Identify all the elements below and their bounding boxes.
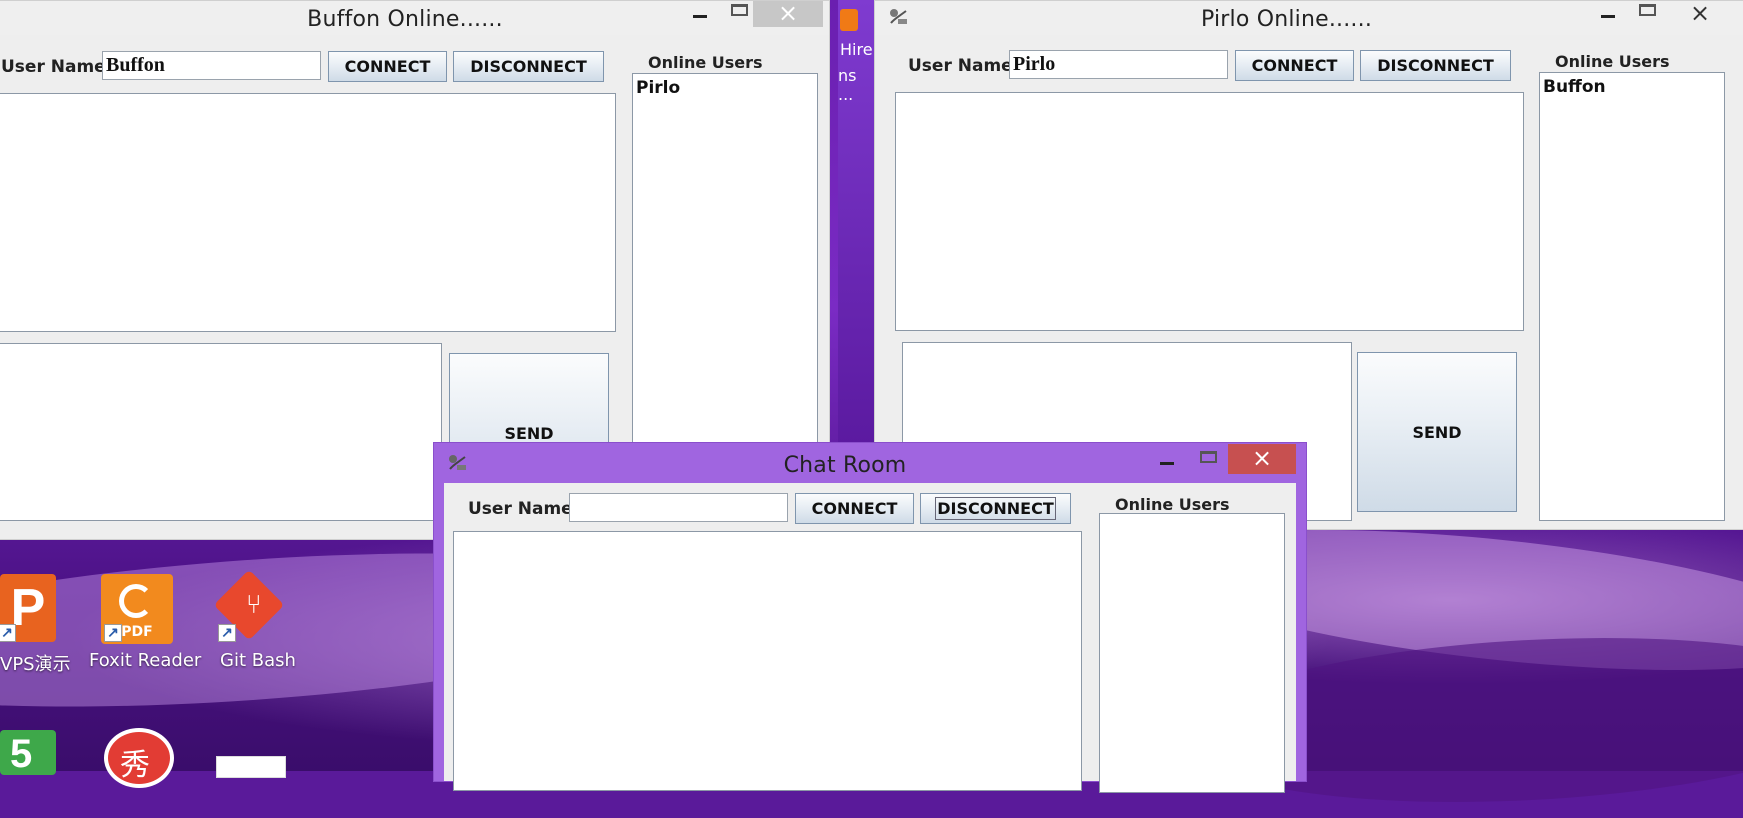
disconnect-button-label: DISCONNECT xyxy=(935,497,1056,520)
shortcut-arrow-icon: ↗ xyxy=(0,624,16,642)
send-button-label: SEND xyxy=(1412,422,1462,442)
pirlo-titlebar[interactable]: Pirlo Online...... × xyxy=(875,0,1743,35)
app-tile-icon xyxy=(840,9,858,31)
minimize-icon[interactable] xyxy=(1601,15,1615,18)
chat-room-window[interactable]: Chat Room × User Name CONNECT DISCONNECT… xyxy=(433,442,1307,793)
snippet-line1: Hire xyxy=(840,40,873,59)
shortcut-arrow-icon: ↗ xyxy=(104,624,122,642)
desktop-icon-gitbash[interactable]: ⑂ ↗ Git Bash xyxy=(196,569,306,672)
disconnect-button-label: DISCONNECT xyxy=(470,57,587,76)
connect-button-label: CONNECT xyxy=(1251,56,1338,75)
disconnect-button[interactable]: DISCONNECT xyxy=(1360,50,1511,81)
message-history-area[interactable] xyxy=(895,92,1524,331)
user-name-input[interactable]: Pirlo xyxy=(1009,50,1228,79)
connect-button[interactable]: CONNECT xyxy=(1235,50,1354,81)
close-button[interactable]: × xyxy=(753,0,823,27)
disconnect-button[interactable]: DISCONNECT xyxy=(453,51,604,82)
minimize-icon[interactable] xyxy=(1160,462,1174,465)
desktop-icon-foxit[interactable]: PDF ↗ Foxit Reader xyxy=(84,572,201,672)
close-button[interactable]: × xyxy=(1670,0,1740,27)
chat-room-content: User Name CONNECT DISCONNECT Online User… xyxy=(444,483,1296,793)
connect-button-label: CONNECT xyxy=(344,57,431,76)
disconnect-button[interactable]: DISCONNECT xyxy=(920,493,1071,524)
maximize-icon[interactable] xyxy=(1200,451,1217,463)
close-button[interactable]: × xyxy=(1228,444,1296,474)
connect-button[interactable]: CONNECT xyxy=(795,493,914,524)
online-users-list[interactable] xyxy=(1099,513,1285,793)
online-user-item[interactable]: Buffon xyxy=(1543,77,1606,97)
window-title: Chat Room xyxy=(783,453,907,478)
message-input-area[interactable] xyxy=(0,343,442,521)
desktop-icon-partial-red[interactable]: 秀 xyxy=(104,728,174,788)
connect-button[interactable]: CONNECT xyxy=(328,51,447,82)
desktop-icon-partial-green[interactable]: 5 xyxy=(0,730,56,776)
desktop-icon-label: VPS演示 xyxy=(0,654,71,675)
online-users-list[interactable]: Buffon xyxy=(1539,72,1725,521)
desktop-icon-partial-doc[interactable] xyxy=(216,756,286,778)
online-users-label: Online Users xyxy=(648,53,763,72)
user-name-label: User Name xyxy=(908,56,1013,76)
window-title: Pirlo Online...... xyxy=(1200,7,1373,32)
online-users-label: Online Users xyxy=(1115,495,1230,514)
background-app-snippet: Hire ns ... xyxy=(838,0,874,445)
close-icon: × xyxy=(1690,0,1711,27)
message-history-area[interactable] xyxy=(0,93,616,332)
desktop-icon-wps[interactable]: P ↗ VPS演示 xyxy=(0,572,80,675)
send-button[interactable]: SEND xyxy=(1357,352,1517,512)
connect-button-label: CONNECT xyxy=(811,499,898,518)
desktop-icon-label: Git Bash xyxy=(220,650,296,671)
user-name-label: User Name xyxy=(1,57,106,77)
window-title: Buffon Online...... xyxy=(307,7,503,32)
maximize-icon[interactable] xyxy=(1639,4,1656,16)
desktop-icon-label: Foxit Reader xyxy=(89,650,202,671)
maximize-icon[interactable] xyxy=(731,4,748,16)
message-history-area[interactable] xyxy=(453,531,1082,791)
user-name-label: User Name xyxy=(468,499,573,519)
close-icon: × xyxy=(1251,444,1273,472)
snippet-line2: ns ... xyxy=(838,66,857,104)
user-name-input[interactable] xyxy=(569,493,788,522)
buffon-titlebar[interactable]: Buffon Online...... × xyxy=(0,0,829,35)
online-users-label: Online Users xyxy=(1555,52,1670,71)
minimize-icon[interactable] xyxy=(693,15,707,18)
chat-room-titlebar[interactable]: Chat Room × xyxy=(434,443,1306,478)
shortcut-arrow-icon: ↗ xyxy=(218,624,236,642)
user-name-input[interactable]: Buffon xyxy=(102,51,321,80)
close-icon: × xyxy=(777,0,799,27)
disconnect-button-label: DISCONNECT xyxy=(1377,56,1494,75)
send-button-label: SEND xyxy=(504,423,554,443)
git-branch-glyph: ⑂ xyxy=(246,590,262,620)
online-user-item[interactable]: Pirlo xyxy=(636,78,680,98)
